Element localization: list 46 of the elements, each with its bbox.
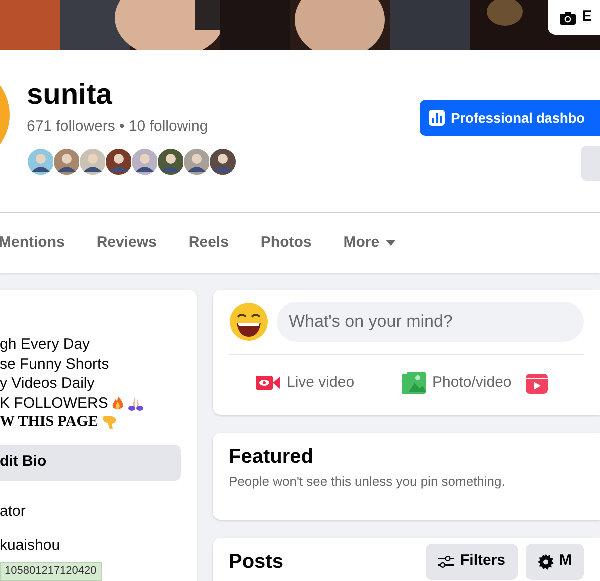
pointing-hand-icon <box>102 415 118 430</box>
bio-text: y Videos Daily <box>0 374 95 394</box>
profile-tab[interactable]: Mentions <box>0 232 65 254</box>
edit-bio-button[interactable]: dit Bio <box>0 444 181 480</box>
link-tooltip: 105801217120420 <box>0 562 102 581</box>
friend-avatar[interactable] <box>79 148 107 176</box>
bio-text: K FOLLOWERS <box>0 394 108 413</box>
profile-tab[interactable]: Reviews <box>96 232 157 254</box>
friend-avatar[interactable] <box>131 148 159 176</box>
friend-avatar[interactable] <box>53 148 81 176</box>
bio-text: gh Every Day <box>0 335 90 354</box>
bar-chart-icon <box>429 110 445 126</box>
profile-tab[interactable]: More <box>344 232 396 254</box>
professional-dashboard-button[interactable]: Professional dashbo <box>420 100 600 136</box>
posts-title: Posts <box>229 550 284 574</box>
friend-avatar[interactable] <box>183 148 211 176</box>
caret-icon <box>386 240 396 246</box>
camera-icon <box>560 10 576 24</box>
featured-subtitle: People won't see this unless you pin something. <box>229 473 506 491</box>
laughing-emoji-icon <box>229 302 269 342</box>
bio-text: se Funny Shorts <box>0 354 110 374</box>
video-camera-icon <box>256 374 280 392</box>
edit-cover-button[interactable]: E <box>548 0 600 35</box>
friend-avatar[interactable] <box>209 148 237 176</box>
friend-avatar[interactable] <box>27 148 55 176</box>
featured-title: Featured <box>229 445 314 469</box>
settings-icon <box>538 554 554 570</box>
photo-icon <box>402 372 426 394</box>
friend-avatar[interactable] <box>157 148 185 176</box>
fire-icon <box>112 396 124 411</box>
friend-avatar[interactable] <box>105 148 133 176</box>
live-video-button[interactable]: Live video <box>256 363 355 403</box>
profile-tab[interactable]: Photos <box>260 232 312 254</box>
reel-icon <box>526 372 548 394</box>
sliders-icon <box>438 556 454 568</box>
bio-text: W THIS PAGE <box>0 413 98 432</box>
photo-video-button[interactable]: Photo/video <box>402 363 512 403</box>
filters-button[interactable]: Filters <box>426 544 518 580</box>
profile-tab[interactable]: Reels <box>188 232 229 254</box>
praying-hands-icon <box>128 396 144 411</box>
manage-posts-button[interactable]: M <box>526 544 584 580</box>
intro-detail: kuaishou <box>0 536 62 556</box>
post-input-field[interactable]: What's on your mind? <box>277 302 584 342</box>
profile-name: sunita <box>27 78 114 112</box>
follower-count[interactable]: 671 followers • 10 following <box>27 116 235 138</box>
intro-detail: ator <box>0 502 27 522</box>
